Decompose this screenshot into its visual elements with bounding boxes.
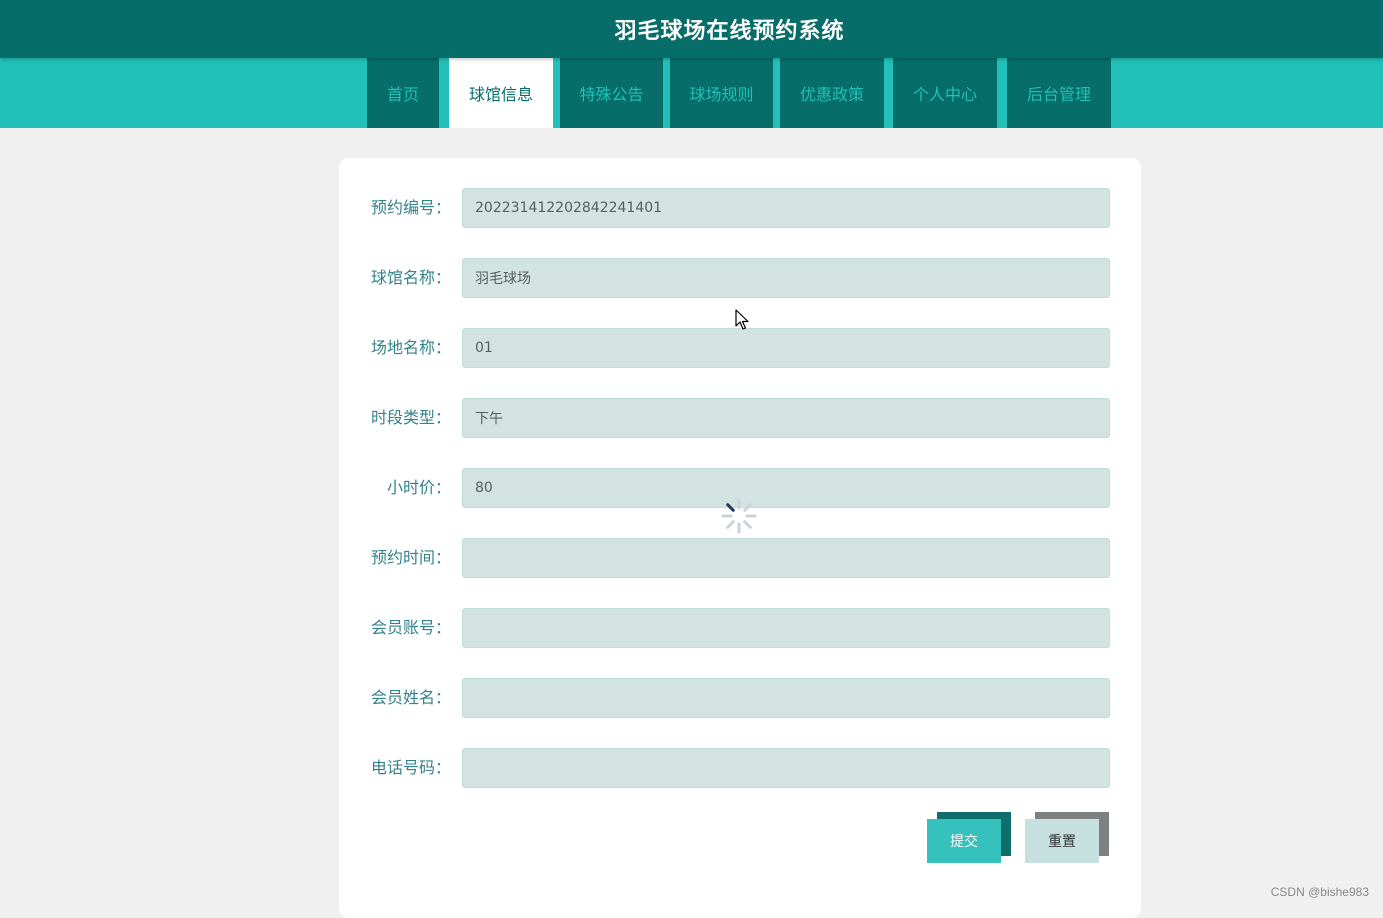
loading-spinner-icon xyxy=(721,498,757,534)
venue-name-label: 球馆名称： xyxy=(370,268,451,287)
watermark: CSDN @bishe983 xyxy=(1270,885,1369,899)
member-account-input[interactable] xyxy=(462,608,1110,648)
nav-discount-policy[interactable]: 优惠政策 xyxy=(780,58,884,128)
field-time-slot-type: 时段类型： xyxy=(339,398,1141,438)
phone-number-label: 电话号码： xyxy=(370,758,451,777)
member-name-label: 会员姓名： xyxy=(370,688,451,707)
hourly-price-input[interactable] xyxy=(462,468,1110,508)
booking-time-label: 预约时间： xyxy=(370,548,451,567)
venue-name-input[interactable] xyxy=(462,258,1110,298)
court-name-input[interactable] xyxy=(462,328,1110,368)
time-slot-type-input[interactable] xyxy=(462,398,1110,438)
field-phone-number: 电话号码： xyxy=(339,748,1141,788)
field-venue-name: 球馆名称： xyxy=(339,258,1141,298)
booking-number-input[interactable] xyxy=(462,188,1110,228)
field-court-name: 场地名称： xyxy=(339,328,1141,368)
member-account-label: 会员账号： xyxy=(370,618,451,637)
nav-venue-info[interactable]: 球馆信息 xyxy=(449,58,553,128)
hourly-price-label: 小时价： xyxy=(386,478,451,497)
nav-court-rules[interactable]: 球场规则 xyxy=(670,58,773,128)
booking-time-input[interactable] xyxy=(462,538,1110,578)
field-member-name: 会员姓名： xyxy=(339,678,1141,718)
time-slot-type-label: 时段类型： xyxy=(370,408,451,427)
field-booking-number: 预约编号： xyxy=(339,188,1141,228)
phone-number-input[interactable] xyxy=(462,748,1110,788)
field-member-account: 会员账号： xyxy=(339,608,1141,648)
main-nav: 首页 球馆信息 特殊公告 球场规则 优惠政策 个人中心 后台管理 xyxy=(0,58,1383,128)
app-title: 羽毛球场在线预约系统 xyxy=(614,19,845,44)
booking-number-label: 预约编号： xyxy=(370,198,451,217)
reset-button-group: 重置 xyxy=(1025,812,1109,864)
member-name-input[interactable] xyxy=(462,678,1110,718)
submit-button-group: 提交 xyxy=(927,812,1011,864)
booking-form: 预约编号： 球馆名称： 场地名称： 时段类型： 小时价： 预约时间： 会员账号：… xyxy=(339,158,1141,918)
nav-home[interactable]: 首页 xyxy=(367,58,439,128)
app-header: 羽毛球场在线预约系统 xyxy=(0,0,1383,58)
nav-personal-center[interactable]: 个人中心 xyxy=(893,58,997,128)
reset-button[interactable]: 重置 xyxy=(1025,819,1099,863)
mouse-cursor-icon xyxy=(735,309,749,330)
field-booking-time: 预约时间： xyxy=(339,538,1141,578)
court-name-label: 场地名称： xyxy=(370,338,451,357)
nav-special-notice[interactable]: 特殊公告 xyxy=(560,58,663,128)
nav-admin[interactable]: 后台管理 xyxy=(1007,58,1111,128)
submit-button[interactable]: 提交 xyxy=(927,819,1001,863)
